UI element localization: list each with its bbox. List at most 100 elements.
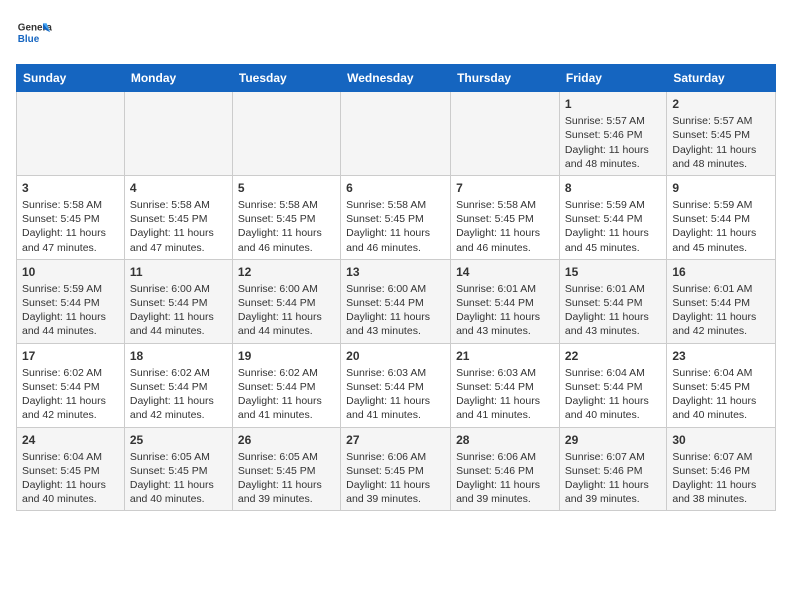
day-number: 4 (130, 180, 227, 196)
calendar-cell: 7Sunrise: 5:58 AMSunset: 5:45 PMDaylight… (451, 175, 560, 259)
cell-text: Sunset: 5:44 PM (238, 380, 335, 394)
cell-text: Sunset: 5:45 PM (130, 212, 227, 226)
cell-text: Sunset: 5:44 PM (672, 212, 770, 226)
cell-text: Sunrise: 5:58 AM (238, 198, 335, 212)
cell-text: Sunrise: 5:58 AM (22, 198, 119, 212)
cell-text: Daylight: 11 hours and 47 minutes. (130, 226, 227, 254)
cell-text: Daylight: 11 hours and 47 minutes. (22, 226, 119, 254)
cell-text: Daylight: 11 hours and 39 minutes. (456, 478, 554, 506)
cell-text: Sunset: 5:46 PM (456, 464, 554, 478)
cell-text: Sunrise: 5:59 AM (565, 198, 661, 212)
calendar-cell: 22Sunrise: 6:04 AMSunset: 5:44 PMDayligh… (559, 343, 666, 427)
day-number: 1 (565, 96, 661, 112)
day-number: 6 (346, 180, 445, 196)
calendar-cell: 13Sunrise: 6:00 AMSunset: 5:44 PMDayligh… (341, 259, 451, 343)
calendar-cell: 30Sunrise: 6:07 AMSunset: 5:46 PMDayligh… (667, 427, 776, 511)
calendar-body: 1Sunrise: 5:57 AMSunset: 5:46 PMDaylight… (17, 92, 776, 511)
calendar-cell: 15Sunrise: 6:01 AMSunset: 5:44 PMDayligh… (559, 259, 666, 343)
cell-text: Sunrise: 6:07 AM (565, 450, 661, 464)
cell-text: Daylight: 11 hours and 43 minutes. (565, 310, 661, 338)
cell-text: Sunrise: 5:59 AM (22, 282, 119, 296)
day-number: 12 (238, 264, 335, 280)
day-number: 13 (346, 264, 445, 280)
calendar-cell: 21Sunrise: 6:03 AMSunset: 5:44 PMDayligh… (451, 343, 560, 427)
cell-text: Sunset: 5:44 PM (565, 296, 661, 310)
cell-text: Sunset: 5:46 PM (672, 464, 770, 478)
day-number: 29 (565, 432, 661, 448)
day-number: 22 (565, 348, 661, 364)
cell-text: Daylight: 11 hours and 40 minutes. (672, 394, 770, 422)
calendar-cell: 8Sunrise: 5:59 AMSunset: 5:44 PMDaylight… (559, 175, 666, 259)
calendar-week: 3Sunrise: 5:58 AMSunset: 5:45 PMDaylight… (17, 175, 776, 259)
day-number: 14 (456, 264, 554, 280)
cell-text: Sunrise: 5:57 AM (565, 114, 661, 128)
cell-text: Sunset: 5:44 PM (456, 296, 554, 310)
header-day: Wednesday (341, 65, 451, 92)
day-number: 17 (22, 348, 119, 364)
day-number: 16 (672, 264, 770, 280)
calendar-cell: 5 Sunrise: 5:58 AMSunset: 5:45 PMDaylight… (232, 175, 340, 259)
header-row: SundayMondayTuesdayWednesdayThursdayFrid… (17, 65, 776, 92)
calendar-cell: 23Sunrise: 6:04 AMSunset: 5:45 PMDayligh… (667, 343, 776, 427)
cell-text: Sunrise: 6:04 AM (565, 366, 661, 380)
calendar-cell: 10Sunrise: 5:59 AMSunset: 5:44 PMDayligh… (17, 259, 125, 343)
calendar-header: SundayMondayTuesdayWednesdayThursdayFrid… (17, 65, 776, 92)
day-number: 21 (456, 348, 554, 364)
cell-text: Sunrise: 6:01 AM (672, 282, 770, 296)
day-number: 30 (672, 432, 770, 448)
cell-text: Sunrise: 6:04 AM (22, 450, 119, 464)
cell-text: Daylight: 11 hours and 48 minutes. (565, 143, 661, 171)
cell-text: Sunrise: 5:58 AM (346, 198, 445, 212)
cell-text: Sunrise: 6:02 AM (22, 366, 119, 380)
cell-text: Sunset: 5:44 PM (456, 380, 554, 394)
cell-text: Daylight: 11 hours and 46 minutes. (456, 226, 554, 254)
day-number: 8 (565, 180, 661, 196)
cell-text: Sunrise: 6:02 AM (238, 366, 335, 380)
header-day: Tuesday (232, 65, 340, 92)
calendar-week: 24Sunrise: 6:04 AMSunset: 5:45 PMDayligh… (17, 427, 776, 511)
cell-text: Sunset: 5:44 PM (22, 380, 119, 394)
calendar-cell (451, 92, 560, 176)
header-day: Friday (559, 65, 666, 92)
calendar-cell: 25Sunrise: 6:05 AMSunset: 5:45 PMDayligh… (124, 427, 232, 511)
cell-text: Daylight: 11 hours and 42 minutes. (22, 394, 119, 422)
day-number: 24 (22, 432, 119, 448)
cell-text: Daylight: 11 hours and 43 minutes. (346, 310, 445, 338)
cell-text: Sunrise: 6:05 AM (130, 450, 227, 464)
cell-text: Daylight: 11 hours and 43 minutes. (456, 310, 554, 338)
cell-text: Sunset: 5:44 PM (130, 296, 227, 310)
cell-text: Sunrise: 5:58 AM (456, 198, 554, 212)
cell-text: Sunrise: 6:00 AM (346, 282, 445, 296)
cell-text: Daylight: 11 hours and 46 minutes. (238, 226, 335, 254)
calendar-cell: 3Sunrise: 5:58 AMSunset: 5:45 PMDaylight… (17, 175, 125, 259)
day-number: 7 (456, 180, 554, 196)
calendar-cell: 18Sunrise: 6:02 AMSunset: 5:44 PMDayligh… (124, 343, 232, 427)
cell-text: Sunset: 5:44 PM (130, 380, 227, 394)
logo-icon: General Blue (16, 16, 52, 52)
day-number: 5 (238, 180, 335, 196)
cell-text: Daylight: 11 hours and 40 minutes. (130, 478, 227, 506)
day-number: 18 (130, 348, 227, 364)
calendar-cell: 11Sunrise: 6:00 AMSunset: 5:44 PMDayligh… (124, 259, 232, 343)
cell-text: Daylight: 11 hours and 39 minutes. (238, 478, 335, 506)
cell-text: Sunrise: 6:06 AM (456, 450, 554, 464)
cell-text: Daylight: 11 hours and 39 minutes. (565, 478, 661, 506)
calendar-cell (232, 92, 340, 176)
cell-text: Sunset: 5:44 PM (22, 296, 119, 310)
day-number: 20 (346, 348, 445, 364)
cell-text: Daylight: 11 hours and 42 minutes. (672, 310, 770, 338)
cell-text: Sunset: 5:46 PM (565, 128, 661, 142)
cell-text: Sunset: 5:45 PM (238, 212, 335, 226)
cell-text: Daylight: 11 hours and 46 minutes. (346, 226, 445, 254)
day-number: 27 (346, 432, 445, 448)
day-number: 26 (238, 432, 335, 448)
cell-text: Sunset: 5:45 PM (346, 464, 445, 478)
logo: General Blue (16, 16, 52, 52)
calendar-cell: 2Sunrise: 5:57 AMSunset: 5:45 PMDaylight… (667, 92, 776, 176)
cell-text: Daylight: 11 hours and 39 minutes. (346, 478, 445, 506)
cell-text: Sunset: 5:45 PM (130, 464, 227, 478)
day-number: 19 (238, 348, 335, 364)
calendar-cell (17, 92, 125, 176)
cell-text: Sunrise: 6:07 AM (672, 450, 770, 464)
cell-text: Sunset: 5:44 PM (565, 212, 661, 226)
